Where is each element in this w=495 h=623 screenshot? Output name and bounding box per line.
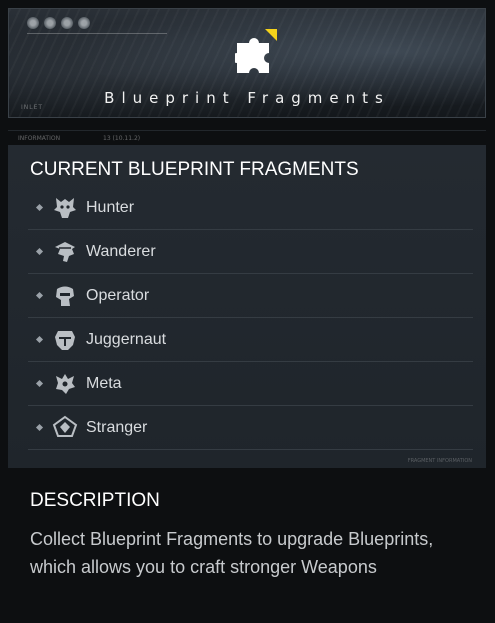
fragment-item-meta[interactable]: Meta	[28, 362, 473, 406]
fragment-label: Operator	[86, 286, 150, 304]
info-strip-value: 13 (10.11.2)	[103, 135, 141, 142]
fragment-item-hunter[interactable]: Hunter	[28, 186, 473, 230]
fragments-heading: CURRENT BLUEPRINT FRAGMENTS	[30, 159, 359, 180]
fragments-panel: CURRENT BLUEPRINT FRAGMENTS Hunter Wande…	[8, 145, 486, 468]
bullet-icon	[35, 247, 44, 256]
bullet-icon	[35, 203, 44, 212]
fragment-label: Meta	[86, 374, 122, 392]
fragment-list: Hunter Wanderer Operator Juggernaut Meta…	[28, 186, 473, 450]
fragment-item-stranger[interactable]: Stranger	[28, 406, 473, 450]
description-text: Collect Blueprint Fragments to upgrade B…	[30, 529, 434, 577]
item-title: Blueprint Fragments	[104, 89, 390, 107]
banner-divider	[27, 33, 167, 34]
status-icon	[61, 17, 73, 29]
info-strip: INFORMATION 13 (10.11.2)	[8, 130, 486, 145]
status-icon	[44, 17, 56, 29]
header-banner: INLET Blueprint Fragments	[8, 8, 486, 118]
wanderer-emblem-icon	[55, 241, 75, 262]
status-icons	[27, 17, 90, 29]
info-strip-label: INFORMATION	[18, 135, 61, 142]
fragment-item-wanderer[interactable]: Wanderer	[28, 230, 473, 274]
description-heading: DESCRIPTION	[30, 490, 160, 511]
status-icon	[27, 17, 39, 29]
bullet-icon	[35, 335, 44, 344]
bullet-icon	[35, 423, 44, 432]
operator-emblem-icon	[56, 286, 74, 306]
hunter-emblem-icon	[54, 197, 76, 218]
meta-emblem-icon	[56, 373, 75, 394]
fragment-item-operator[interactable]: Operator	[28, 274, 473, 318]
stranger-emblem-icon	[52, 415, 78, 437]
bullet-icon	[35, 291, 44, 300]
puzzle-piece-icon	[235, 29, 277, 73]
fragment-label: Juggernaut	[86, 330, 167, 348]
fragment-label: Hunter	[86, 198, 135, 216]
status-icon	[78, 17, 90, 29]
bullet-icon	[35, 379, 44, 388]
juggernaut-emblem-icon	[55, 330, 75, 350]
fragment-label: Wanderer	[86, 242, 156, 260]
fragment-label: Stranger	[86, 418, 148, 436]
panel-footer-text: FRAGMENT INFORMATION	[407, 458, 472, 464]
fragment-item-juggernaut[interactable]: Juggernaut	[28, 318, 473, 362]
